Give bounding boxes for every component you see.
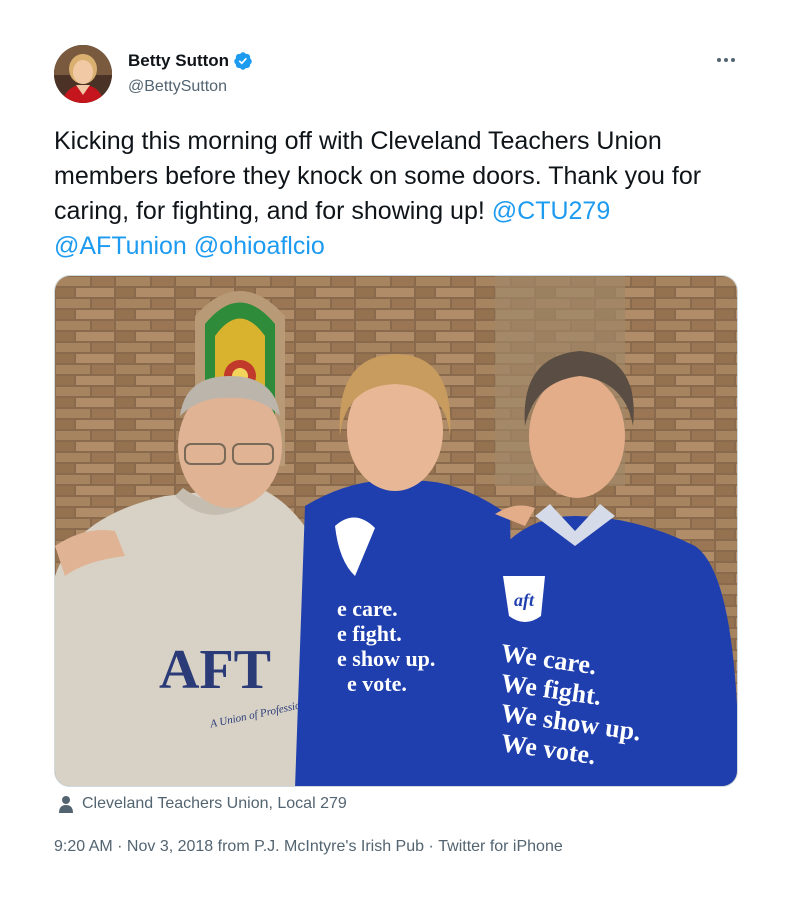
center-shirt-line-2: e fight. [337, 621, 402, 646]
right-shirt-logo: aft [514, 590, 535, 610]
photo-illustration: AFT A Union of Professionals e care. e f… [55, 276, 737, 786]
tweet-place: from P.J. McIntyre's Irish Pub [213, 838, 425, 855]
author-handle[interactable]: @BettySutton [128, 78, 227, 96]
center-shirt-line-1: e care. [337, 596, 398, 621]
more-dots-icon [717, 58, 735, 62]
avatar-image [54, 45, 112, 103]
mention-aftunion[interactable]: @AFTunion [54, 232, 187, 260]
meta-separator-1: · [112, 838, 127, 855]
mention-ctu279[interactable]: @CTU279 [492, 197, 610, 225]
center-shirt-line-3: e show up. [337, 646, 435, 671]
author-avatar[interactable] [54, 45, 112, 103]
author-name-row: Betty Sutton [128, 51, 253, 71]
tweet-photo[interactable]: AFT A Union of Professionals e care. e f… [54, 275, 738, 787]
more-options-button[interactable] [714, 48, 738, 72]
person-icon [59, 796, 73, 813]
tweet-date[interactable]: Nov 3, 2018 [127, 838, 213, 856]
tweet-text: Kicking this morning off with Cleveland … [54, 124, 754, 264]
photo-location[interactable]: Cleveland Teachers Union, Local 279 [58, 795, 347, 813]
sweatshirt-logo: AFT [159, 639, 271, 701]
tweet-time[interactable]: 9:20 AM [54, 838, 113, 856]
mention-ohioaflcio[interactable]: @ohioaflcio [194, 232, 325, 260]
meta-separator-2: · [424, 838, 439, 855]
tweet-meta: 9:20 AM · Nov 3, 2018 from P.J. McIntyre… [54, 838, 563, 856]
center-shirt-line-4: e vote. [347, 671, 407, 696]
tweet-client[interactable]: Twitter for iPhone [438, 838, 563, 856]
location-label: Cleveland Teachers Union, Local 279 [82, 795, 347, 812]
verified-badge-icon [234, 52, 252, 70]
author-display-name[interactable]: Betty Sutton [128, 51, 229, 71]
